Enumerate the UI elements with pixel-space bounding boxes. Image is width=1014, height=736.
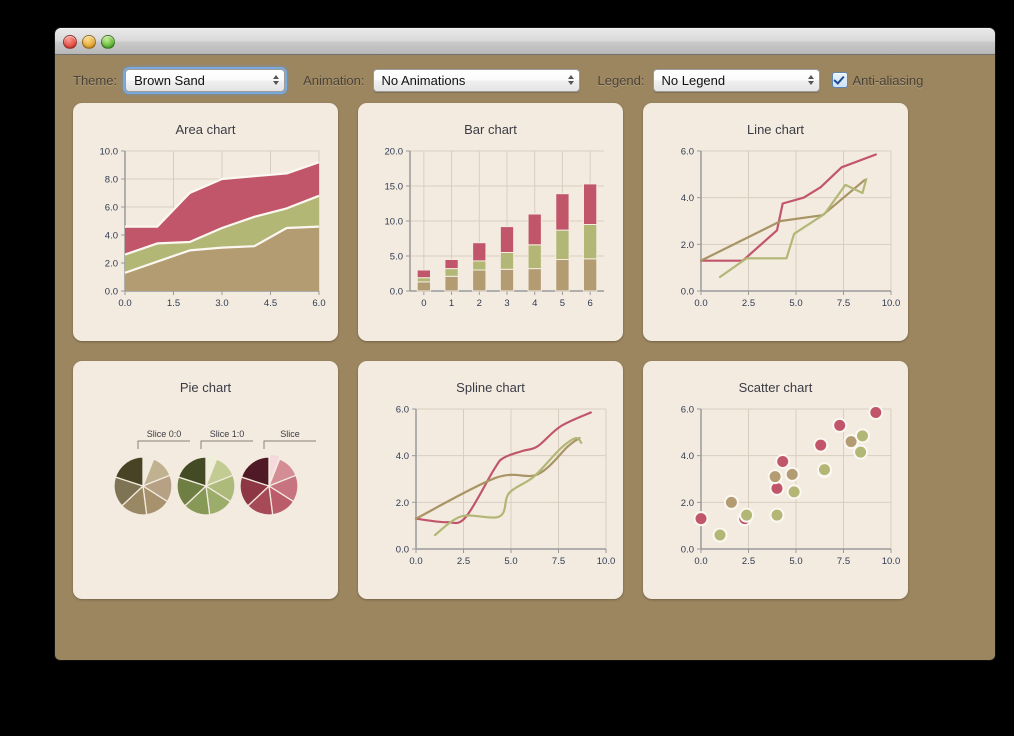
svg-text:5.0: 5.0: [789, 556, 802, 567]
svg-text:2.5: 2.5: [457, 556, 470, 567]
svg-text:Slice: Slice: [280, 429, 300, 439]
minimize-button[interactable]: [82, 35, 96, 49]
theme-label: Theme:: [73, 72, 118, 88]
close-button[interactable]: [63, 35, 77, 49]
svg-text:15.0: 15.0: [385, 182, 404, 193]
theme-select-value: Brown Sand: [134, 72, 205, 88]
svg-text:0: 0: [421, 298, 426, 309]
svg-text:1.5: 1.5: [167, 298, 180, 309]
svg-text:10.0: 10.0: [597, 556, 616, 567]
svg-text:4.0: 4.0: [681, 193, 694, 204]
legend-select-value: No Legend: [661, 72, 726, 88]
svg-text:7.5: 7.5: [552, 556, 565, 567]
pie-chart-plot: Slice 0:0 Slice 1:0 Slice: [73, 361, 338, 599]
svg-text:6.0: 6.0: [312, 298, 325, 309]
animation-label: Animation:: [303, 72, 365, 88]
svg-text:4.0: 4.0: [681, 451, 694, 462]
svg-text:2.5: 2.5: [742, 556, 755, 567]
svg-text:4: 4: [532, 298, 537, 309]
svg-text:5.0: 5.0: [789, 298, 802, 309]
chevron-updown-icon: [807, 75, 814, 85]
svg-text:8.0: 8.0: [105, 175, 118, 186]
animation-select[interactable]: No Animations: [372, 68, 580, 92]
svg-text:0.0: 0.0: [390, 287, 403, 298]
svg-text:6.0: 6.0: [681, 147, 694, 158]
app-window: Theme: Brown Sand Animation: No Animatio…: [55, 28, 995, 660]
svg-text:0.0: 0.0: [409, 556, 422, 567]
svg-text:6.0: 6.0: [681, 405, 694, 416]
svg-text:1: 1: [449, 298, 454, 309]
svg-text:10.0: 10.0: [882, 556, 901, 567]
svg-text:0.0: 0.0: [396, 545, 409, 556]
svg-text:6.0: 6.0: [396, 405, 409, 416]
panel-line-chart: Line chart 0.0 2.0 4.0 6.0 0.0 2.5 5.0 7.5 10.0: [643, 103, 908, 341]
svg-text:0.0: 0.0: [105, 287, 118, 298]
maximize-button[interactable]: [101, 35, 115, 49]
legend-label: Legend:: [597, 72, 645, 88]
legend-select[interactable]: No Legend: [652, 68, 820, 92]
svg-text:6.0: 6.0: [105, 203, 118, 214]
toolbar: Theme: Brown Sand Animation: No Animatio…: [55, 55, 995, 99]
svg-text:10.0: 10.0: [385, 217, 404, 228]
window-titlebar[interactable]: [55, 28, 995, 55]
svg-text:0.0: 0.0: [681, 287, 694, 298]
chevron-updown-icon: [273, 75, 280, 85]
area-chart-plot: 0.0 2.0 4.0 6.0 8.0 10.0 0.0 1.5 3.0 4.5 6.0: [73, 103, 338, 341]
scatter-chart-plot: 0.0 2.0 4.0 6.0 0.0 2.5 5.0 7.5 10.0: [643, 361, 908, 599]
panel-bar-chart: Bar chart 0.0 5.0 10.0 15.0 20.0 0 1 2 3 4 5 6: [358, 103, 623, 341]
svg-text:2.0: 2.0: [681, 240, 694, 251]
animation-select-value: No Animations: [381, 72, 466, 88]
panel-scatter-chart: Scatter chart 0.0 2.0 4.0 6.0 0.0 2.5 5.0 7.5 10…: [643, 361, 908, 599]
svg-text:0.0: 0.0: [681, 545, 694, 556]
checkmark-icon: [831, 72, 848, 88]
svg-text:2.5: 2.5: [742, 298, 755, 309]
svg-text:7.5: 7.5: [837, 298, 850, 309]
svg-text:Slice 0:0: Slice 0:0: [147, 429, 182, 439]
svg-text:0.0: 0.0: [694, 298, 707, 309]
svg-text:4.5: 4.5: [264, 298, 277, 309]
svg-text:6: 6: [587, 298, 592, 309]
panel-pie-chart: Pie chart Slice 0:0 Slice 1:0 Slice: [73, 361, 338, 599]
antialiasing-label: Anti-aliasing: [852, 72, 924, 88]
antialiasing-checkbox[interactable]: Anti-aliasing: [831, 72, 924, 88]
svg-text:2.0: 2.0: [105, 259, 118, 270]
svg-text:Slice 1:0: Slice 1:0: [210, 429, 245, 439]
svg-text:3: 3: [504, 298, 509, 309]
svg-text:5: 5: [560, 298, 565, 309]
svg-text:10.0: 10.0: [100, 147, 119, 158]
svg-text:4.0: 4.0: [396, 451, 409, 462]
svg-text:20.0: 20.0: [385, 147, 404, 158]
svg-text:7.5: 7.5: [837, 556, 850, 567]
bar-chart-plot: 0.0 5.0 10.0 15.0 20.0 0 1 2 3 4 5 6: [358, 103, 623, 341]
svg-text:2.0: 2.0: [396, 498, 409, 509]
chart-grid: Area chart 0.0 2.0 4.0 6.0 8.0 10.0 0.0 1.5 3.0 4…: [55, 103, 995, 599]
chevron-updown-icon: [567, 75, 574, 85]
svg-text:2.0: 2.0: [681, 498, 694, 509]
svg-text:10.0: 10.0: [882, 298, 901, 309]
panel-spline-chart: Spline chart 0.0 2.0 4.0 6.0 0.0 2.5 5.0 7.5 10.…: [358, 361, 623, 599]
svg-text:0.0: 0.0: [694, 556, 707, 567]
spline-chart-plot: 0.0 2.0 4.0 6.0 0.0 2.5 5.0 7.5 10.0: [358, 361, 623, 599]
svg-text:0.0: 0.0: [118, 298, 131, 309]
svg-text:4.0: 4.0: [105, 231, 118, 242]
panel-area-chart: Area chart 0.0 2.0 4.0 6.0 8.0 10.0 0.0 1.5 3.0 4…: [73, 103, 338, 341]
svg-text:3.0: 3.0: [215, 298, 228, 309]
svg-text:5.0: 5.0: [390, 252, 403, 263]
svg-text:5.0: 5.0: [504, 556, 517, 567]
theme-select[interactable]: Brown Sand: [123, 66, 288, 94]
svg-text:2: 2: [477, 298, 482, 309]
line-chart-plot: 0.0 2.0 4.0 6.0 0.0 2.5 5.0 7.5 10.0: [643, 103, 908, 341]
